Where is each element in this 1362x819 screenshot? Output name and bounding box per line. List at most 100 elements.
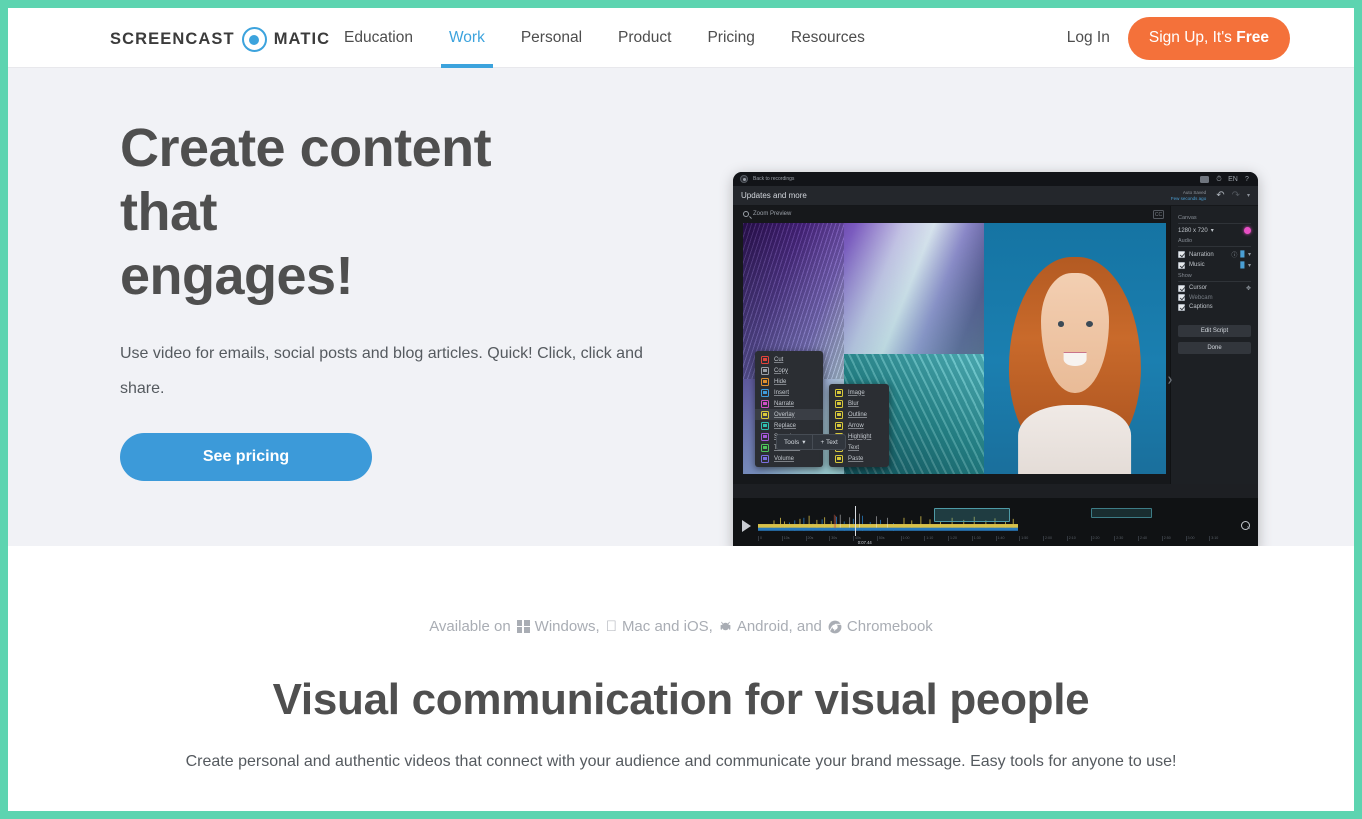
arrow-icon [835,422,843,430]
captions-badge[interactable]: CC [1153,210,1164,219]
mouth-smile [1064,352,1087,365]
context-menu-item-copy[interactable]: Copy [755,365,823,376]
done-button[interactable]: Done [1178,342,1251,354]
checkbox-captions[interactable] [1178,304,1185,311]
signup-button[interactable]: Sign Up, It's Free [1128,17,1290,60]
context-menu-label: Insert [774,390,789,396]
context-menu-item-overlay[interactable]: Overlay [755,409,823,420]
hero-title-line2: engages! [120,246,353,306]
undo-icon[interactable]: ↶ [1216,190,1224,201]
checkbox-cursor[interactable] [1178,285,1185,292]
audio-row-music[interactable]: Music ▉▾ [1178,262,1251,269]
hero-subtitle: Use video for emails, social posts and b… [120,336,665,406]
submenu-item-image[interactable]: Image [829,387,889,398]
checkbox-music[interactable] [1178,262,1185,269]
checkbox-webcam[interactable] [1178,294,1185,301]
chevron-down-icon[interactable]: ▾ [1247,192,1250,199]
features-intro-section: Available on Windows,  Mac and iOS, And… [8,546,1354,771]
chevron-down-icon[interactable]: ▾ [1248,262,1251,269]
show-row-captions[interactable]: Captions [1178,304,1251,311]
ruler-tick: 1:40 [996,536,1020,541]
language-icon[interactable]: EN [1229,175,1237,183]
ruler-tick: 2:20 [1091,536,1115,541]
play-icon[interactable] [742,520,751,532]
back-arrow-icon[interactable] [740,175,748,183]
selected-clip-secondary[interactable] [1091,508,1153,518]
submenu-item-paste[interactable]: Paste [829,453,889,464]
autosave-time: Few seconds ago [1171,196,1206,201]
zoom-preview-label: Zoom Preview [753,211,791,217]
outline-icon [835,411,843,419]
android-icon [719,620,732,633]
submenu-label: Arrow [848,423,864,429]
context-menu-item-volume[interactable]: Volume [755,453,823,464]
back-to-recordings-link[interactable]: Back to recordings [753,176,794,182]
collapse-sidebar-icon[interactable]: ❯ [1167,376,1173,384]
resolution-select[interactable]: 1280 x 720 ▾ [1178,227,1251,234]
nav-item-pricing[interactable]: Pricing [689,8,772,68]
eye-left [1058,321,1065,327]
nav-item-resources[interactable]: Resources [773,8,883,68]
platform-mac: Mac and iOS, [622,618,713,635]
copy-icon [761,367,769,375]
submenu-item-blur[interactable]: Blur [829,398,889,409]
playhead[interactable] [855,506,856,536]
platform-chromebook: Chromebook [847,618,933,635]
video-editor-screenshot: Back to recordings ⏱ EN ? Updates and mo… [733,172,1258,554]
transition-icon [761,444,769,452]
section-title: Visual communication for visual people [8,675,1354,725]
context-menu-item-replace[interactable]: Replace [755,420,823,431]
volume-bars-icon[interactable]: ▉ [1240,262,1245,269]
history-icon[interactable]: ⏱ [1215,175,1223,183]
edit-script-button[interactable]: Edit Script [1178,325,1251,337]
context-menu-item-insert[interactable]: Insert [755,387,823,398]
chevron-down-icon[interactable]: ▾ [1248,251,1251,258]
editor-body: Zoom Preview CC [733,206,1258,484]
eye-right [1086,321,1093,327]
context-menu-item-narrate[interactable]: Narrate [755,398,823,409]
nav-item-work[interactable]: Work [431,8,503,68]
login-link[interactable]: Log In [1067,29,1110,47]
tools-menu-button[interactable]: Tools▾ [777,435,812,449]
nav-item-product[interactable]: Product [600,8,689,68]
selected-clip[interactable] [934,508,1010,522]
submenu-item-arrow[interactable]: Arrow [829,420,889,431]
context-menu-item-cut[interactable]: Cut [755,354,823,365]
hero-copy: Create content that engages! Use video f… [120,116,680,481]
zoom-preview-control[interactable]: Zoom Preview [733,206,1170,220]
divider [1178,223,1251,224]
help-icon[interactable]: ? [1243,175,1251,183]
editor-project-bar: Updates and more Auto Saved Few seconds … [733,186,1258,206]
editor-canvas-area: Zoom Preview CC [733,206,1170,484]
context-menu-item-hide[interactable]: Hide [755,376,823,387]
checkbox-narration[interactable] [1178,251,1185,258]
timeline-zoom-button[interactable] [1241,517,1250,535]
context-menu-label: Narrate [774,401,794,407]
ruler-tick: 0 [758,536,782,541]
cursor-settings-icon[interactable]: ✥ [1246,285,1251,292]
info-icon[interactable]: ⓘ [1231,250,1237,259]
paste-icon [835,455,843,463]
submenu-item-outline[interactable]: Outline [829,409,889,420]
chevron-down-icon: ▾ [1211,227,1214,234]
canvas-color-swatch[interactable] [1244,227,1251,234]
see-pricing-button[interactable]: See pricing [120,433,372,481]
add-text-button[interactable]: + Text [813,435,844,449]
platform-windows: Windows, [535,618,600,635]
show-row-webcam[interactable]: Webcam [1178,294,1251,301]
nav-item-education[interactable]: Education [326,8,431,68]
hero-title: Create content that engages! [120,116,590,308]
project-title[interactable]: Updates and more [741,191,807,200]
logo[interactable]: SCREENCAST MATIC [110,27,330,52]
audio-row-narration[interactable]: Narration ⓘ▉▾ [1178,250,1251,259]
divider [1178,281,1251,282]
show-label: Webcam [1189,295,1213,301]
ruler-tick: 50s [877,536,901,541]
logo-text-right: MATIC [274,30,331,49]
show-row-cursor[interactable]: Cursor ✥ [1178,285,1251,292]
ruler-tick: 3:00 [1186,536,1210,541]
monitor-icon[interactable] [1200,176,1209,183]
volume-bars-icon[interactable]: ▉ [1240,251,1245,258]
nav-item-personal[interactable]: Personal [503,8,600,68]
timeline-track[interactable]: 0:07.44 0 10s 20s 30s 40s 50s 1:00 1:10 … [758,506,1233,546]
